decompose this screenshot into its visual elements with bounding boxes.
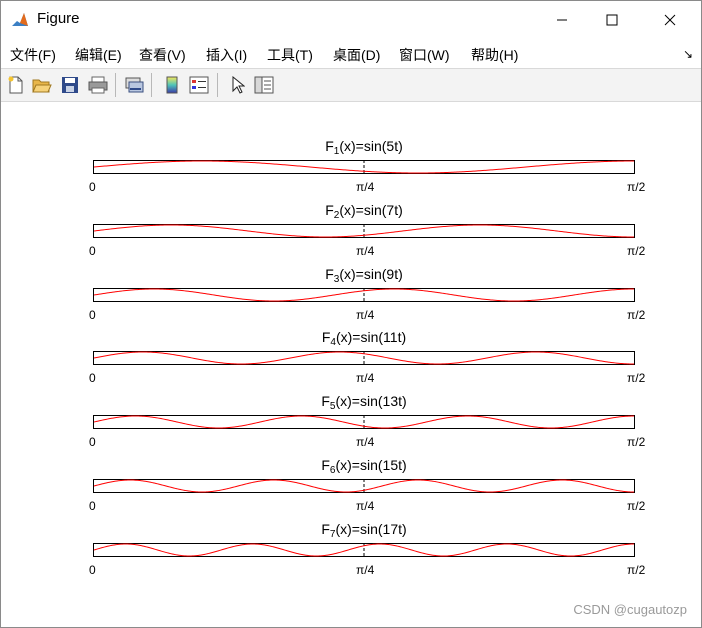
- x-tick-label: π/2: [627, 307, 646, 322]
- new-figure-icon[interactable]: [5, 74, 27, 96]
- title-suffix: (x)=sin(15t): [335, 457, 407, 473]
- subplot-title: F4(x)=sin(11t): [322, 329, 406, 348]
- subplot-title: F7(x)=sin(17t): [321, 521, 406, 540]
- title-prefix: F: [321, 393, 330, 410]
- minimize-button[interactable]: [539, 1, 585, 39]
- figure-window: Figure 文件(F) 编辑(E) 查看(V) 插入(I) 工具(T) 桌面(…: [0, 0, 702, 628]
- subplot-title: F3(x)=sin(9t): [325, 266, 403, 285]
- axes[interactable]: [93, 479, 635, 493]
- menu-insert[interactable]: 插入(I): [206, 45, 247, 65]
- subplot-6: F6(x)=sin(15t) 0 π/4 π/2: [1, 457, 701, 521]
- maximize-button[interactable]: [589, 1, 635, 39]
- axes[interactable]: [93, 415, 635, 430]
- subplot-title: F6(x)=sin(15t): [321, 457, 406, 476]
- menu-file[interactable]: 文件(F): [10, 45, 56, 65]
- x-tick-label: π/4: [356, 562, 375, 577]
- pointer-icon[interactable]: [227, 74, 249, 96]
- figure-toolbar: [1, 68, 701, 102]
- x-tick-label: 0: [89, 562, 96, 577]
- plot-svg: [93, 351, 635, 366]
- window-title: Figure: [37, 10, 80, 27]
- title-suffix: (x)=sin(13t): [335, 393, 407, 410]
- title-prefix: F: [321, 457, 330, 473]
- plot-svg: [93, 542, 635, 557]
- close-button[interactable]: [647, 1, 693, 39]
- x-tick-label: π/2: [627, 243, 646, 258]
- subplot-title: F2(x)=sin(7t): [325, 202, 403, 221]
- title-prefix: F: [321, 329, 331, 346]
- x-tick-label: π/4: [356, 180, 375, 194]
- x-tick-label: π/4: [356, 435, 375, 450]
- menu-help[interactable]: 帮助(H): [471, 45, 518, 65]
- x-tick-label: 0: [89, 180, 96, 194]
- plot-svg: [93, 415, 635, 430]
- x-tick-label: π/2: [627, 180, 646, 194]
- x-tick-label: 0: [89, 243, 96, 258]
- title-prefix: F: [325, 201, 334, 218]
- x-tick-label: π/4: [356, 243, 375, 258]
- toolbar-separator: [115, 73, 116, 97]
- title-suffix: (x)=sin(7t): [339, 201, 403, 218]
- link-plot-icon[interactable]: [123, 74, 145, 96]
- subplot-4: F4(x)=sin(11t) 0 π/4 π/2: [1, 329, 701, 393]
- watermark: CSDN @cugautozp: [573, 602, 687, 617]
- toolbar-separator: [151, 73, 152, 97]
- x-tick-label: π/2: [627, 562, 646, 577]
- x-tick-label: π/2: [627, 435, 646, 450]
- axes[interactable]: [93, 287, 635, 302]
- open-file-icon[interactable]: [31, 74, 53, 96]
- plot-svg: [93, 223, 635, 238]
- axes[interactable]: [93, 351, 635, 366]
- title-prefix: F: [325, 265, 334, 282]
- x-tick-label: π/4: [356, 499, 375, 513]
- subplot-5: F5(x)=sin(13t) 0 π/4 π/2: [1, 393, 701, 457]
- colorbar-icon[interactable]: [161, 74, 183, 96]
- print-icon[interactable]: [87, 74, 109, 96]
- menu-view[interactable]: 查看(V): [139, 45, 186, 65]
- subplot-title: F5(x)=sin(13t): [321, 393, 406, 412]
- title-prefix: F: [321, 520, 330, 537]
- title-bar[interactable]: Figure: [1, 1, 701, 39]
- title-suffix: (x)=sin(9t): [339, 265, 403, 282]
- subplot-1: F1(x)=sin(5t) 0 π/4 π/2: [1, 138, 701, 202]
- matlab-icon: [11, 11, 29, 29]
- save-icon[interactable]: [59, 74, 81, 96]
- x-tick-label: π/2: [627, 499, 646, 513]
- x-tick-label: 0: [89, 435, 96, 450]
- axes[interactable]: [93, 542, 635, 557]
- subplot-2: F2(x)=sin(7t) 0 π/4 π/2: [1, 202, 701, 266]
- dock-arrow-icon[interactable]: ↘: [683, 47, 693, 61]
- plot-svg: [93, 287, 635, 302]
- x-tick-label: 0: [89, 307, 96, 322]
- menu-bar: 文件(F) 编辑(E) 查看(V) 插入(I) 工具(T) 桌面(D) 窗口(W…: [1, 39, 701, 67]
- title-suffix: (x)=sin(5t): [339, 138, 403, 154]
- x-tick-label: 0: [89, 499, 96, 513]
- legend-icon[interactable]: [188, 74, 210, 96]
- title-suffix: (x)=sin(11t): [335, 329, 407, 346]
- x-tick-label: π/4: [356, 371, 375, 386]
- x-tick-label: 0: [89, 371, 96, 386]
- menu-desktop[interactable]: 桌面(D): [333, 45, 380, 65]
- title-prefix: F: [325, 138, 334, 154]
- property-editor-icon[interactable]: [253, 74, 275, 96]
- menu-tools[interactable]: 工具(T): [267, 45, 313, 65]
- plot-svg: [93, 479, 635, 493]
- axes[interactable]: [93, 223, 635, 238]
- menu-window[interactable]: 窗口(W): [399, 45, 450, 65]
- subplot-3: F3(x)=sin(9t) 0 π/4 π/2: [1, 266, 701, 330]
- subplot-7: F7(x)=sin(17t) 0 π/4 π/2: [1, 521, 701, 585]
- x-tick-label: π/2: [627, 371, 646, 386]
- toolbar-separator: [217, 73, 218, 97]
- axes[interactable]: [93, 160, 635, 174]
- title-suffix: (x)=sin(17t): [335, 520, 407, 537]
- subplot-title: F1(x)=sin(5t): [325, 138, 403, 157]
- figure-canvas: F1(x)=sin(5t) 0 π/4 π/2 F2(x)=sin(7t) 0 π/4 π/2…: [1, 102, 701, 627]
- plot-svg: [93, 160, 635, 174]
- menu-edit[interactable]: 编辑(E): [75, 45, 122, 65]
- x-tick-label: π/4: [356, 307, 375, 322]
